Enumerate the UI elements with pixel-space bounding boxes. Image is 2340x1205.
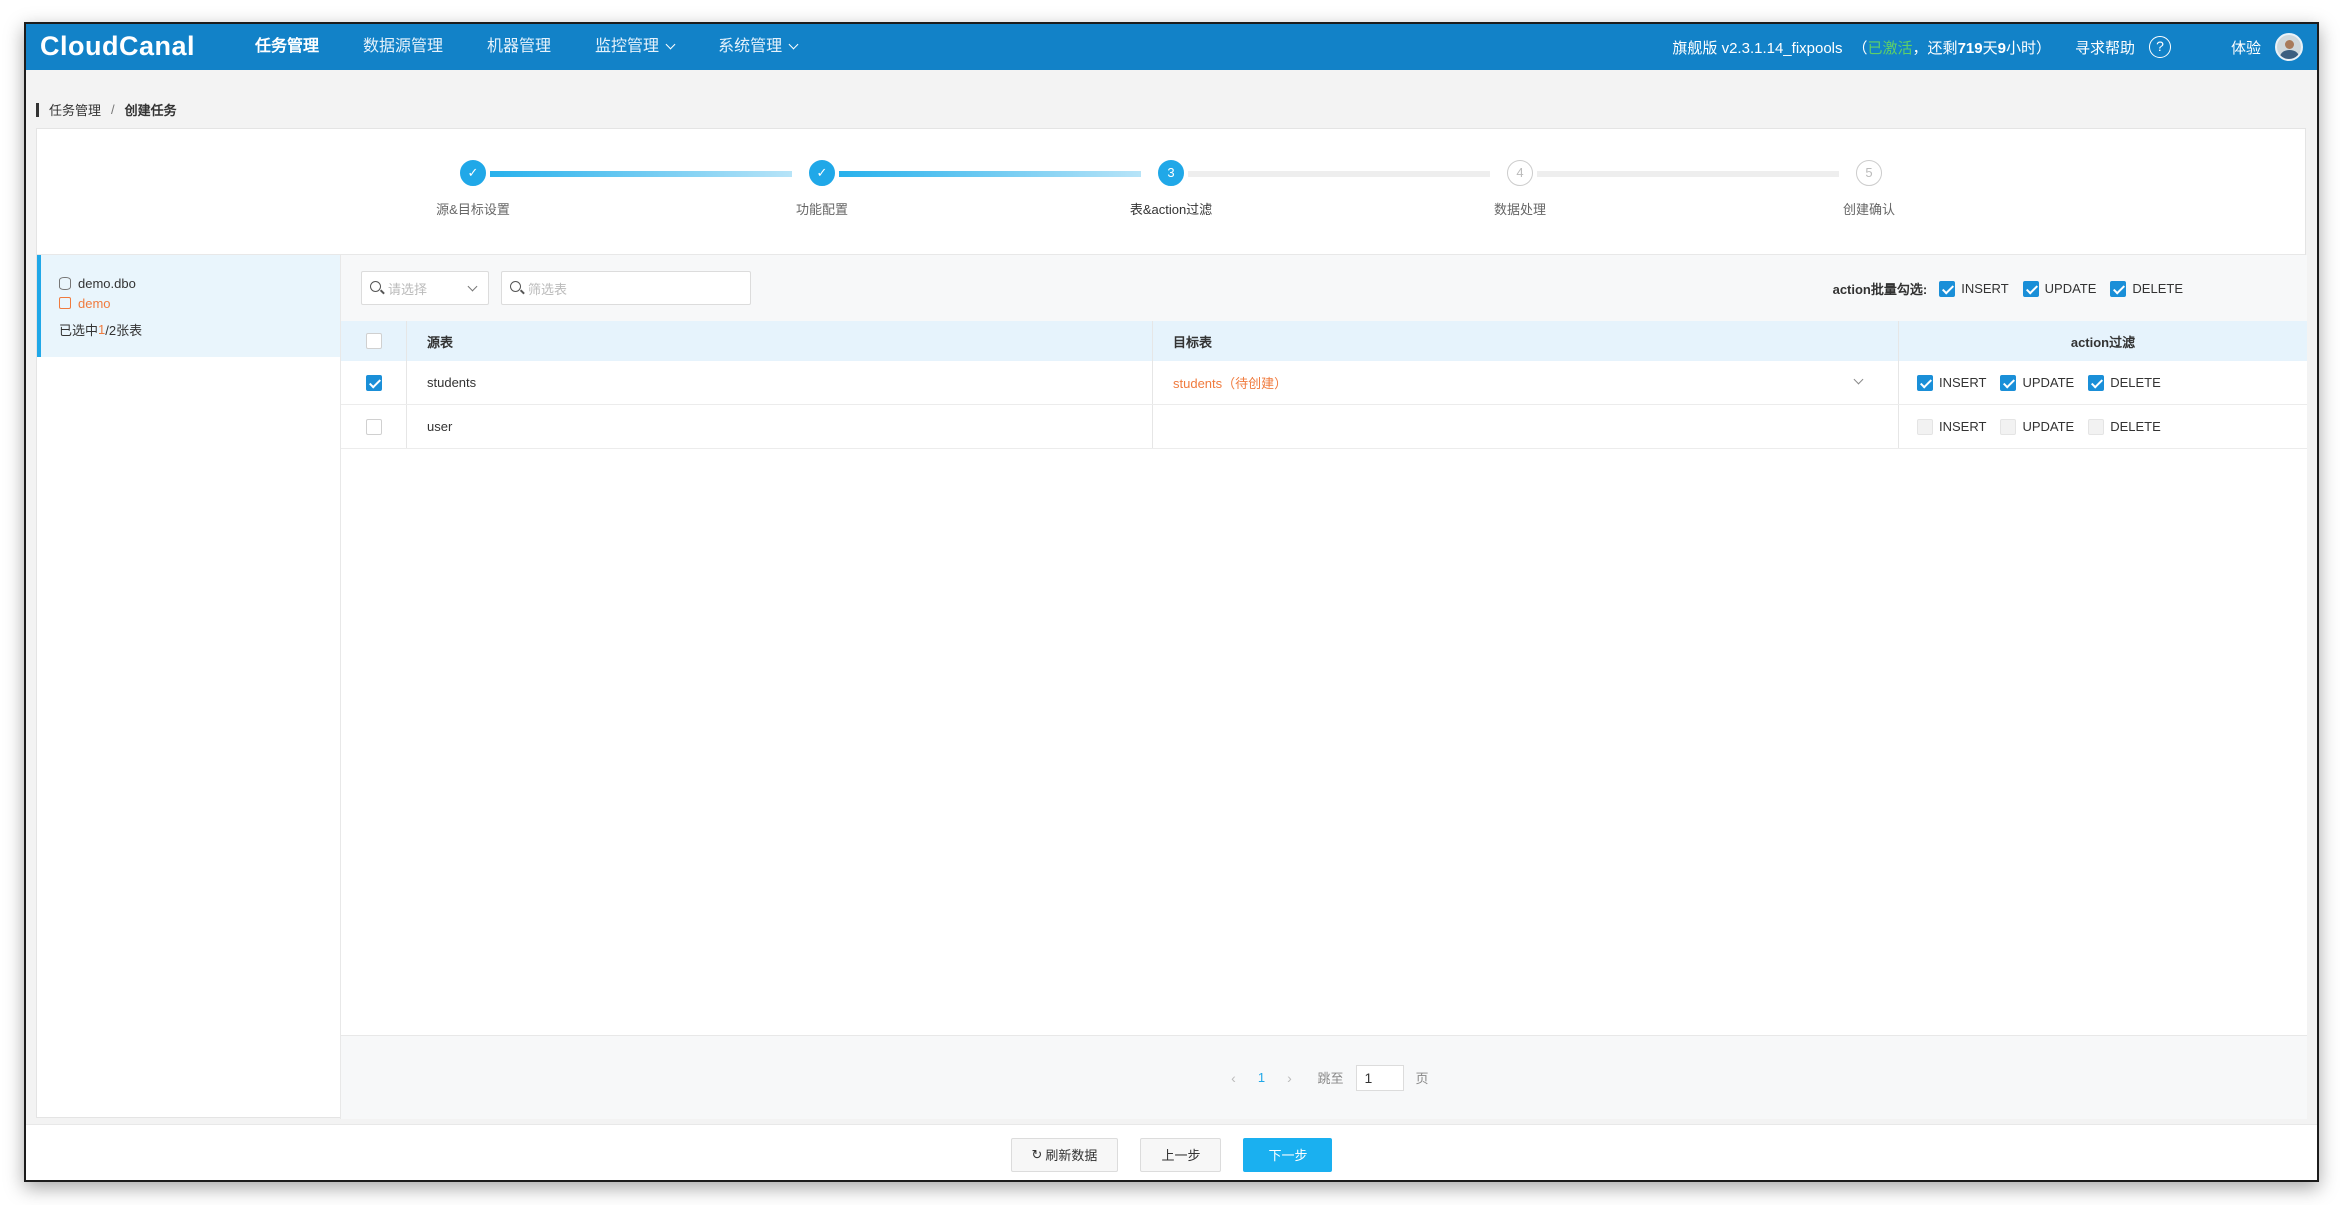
schema-name: demo — [78, 295, 111, 311]
nav-monitor-management[interactable]: 监控管理 — [573, 24, 696, 70]
step-2-label: 功能配置 — [795, 202, 849, 217]
header-action-filter: action过滤 — [2070, 334, 2136, 350]
prev-step-button[interactable]: 上一步 — [1140, 1137, 1222, 1172]
version-text: 旗舰版 v2.3.1.14_fixpools — [1672, 39, 1843, 57]
avatar[interactable] — [2275, 33, 2303, 61]
search-icon — [510, 281, 521, 292]
page-number[interactable]: 1 — [1247, 1070, 1275, 1085]
source-table-name: user — [407, 405, 1153, 448]
database-icon — [59, 276, 71, 290]
update-checkbox[interactable]: UPDATE — [2000, 374, 2074, 391]
create-task-card: ✓ ✓ 3 4 5 源&目标设置 功能配置 表&action过滤 数据处理 创建… — [36, 128, 2307, 1119]
step-1-check-icon: ✓ — [460, 160, 486, 186]
insert-checkbox[interactable]: INSERT — [1917, 374, 1986, 391]
help-link[interactable]: 寻求帮助 — [2075, 37, 2135, 58]
breadcrumb-task-management[interactable]: 任务管理 — [49, 100, 101, 119]
table-filter-input[interactable]: 筛选表 — [501, 271, 751, 305]
batch-action-select: action批量勾选: INSERT UPDATE DELETE — [1832, 280, 2183, 297]
header-source-table: 源表 — [407, 321, 1153, 361]
step-5-label: 创建确认 — [1842, 202, 1896, 217]
selected-count: 已选中 1 /2张表 — [59, 321, 143, 338]
table-header: 源表 目标表 action过滤 — [341, 321, 2307, 361]
step-1-label: 源&目标设置 — [436, 202, 510, 217]
jump-page-input[interactable]: 1 — [1355, 1064, 1404, 1091]
search-icon — [370, 281, 381, 292]
row-checkbox[interactable] — [365, 374, 382, 391]
breadcrumb-create-task: 创建任务 — [124, 103, 177, 118]
top-navbar: CloudCanal 任务管理 数据源管理 机器管理 监控管理 系统管理 旗舰版… — [26, 24, 2317, 70]
main-nav: 任务管理 数据源管理 机器管理 监控管理 系统管理 — [233, 24, 819, 70]
table-row: students students（待创建） INSERT UPDATE DEL… — [341, 361, 2307, 405]
table-mapping-table: 源表 目标表 action过滤 students students（待创建） I… — [341, 321, 2307, 449]
next-page-icon[interactable]: › — [1275, 1070, 1303, 1086]
license-status: （已激活，还剩719天9小时） — [1852, 39, 2051, 57]
database-list: demo.dbo demo 已选中 1 /2张表 — [37, 255, 341, 1119]
pagination: ‹ 1 › 跳至 1 页 — [341, 1035, 2307, 1119]
chevron-down-icon — [665, 39, 676, 50]
next-step-button[interactable]: 下一步 — [1243, 1137, 1333, 1172]
schema-icon — [59, 297, 71, 309]
step-3-label: 表&action过滤 — [1129, 202, 1213, 217]
step-4-label: 数据处理 — [1493, 202, 1547, 217]
step-progress: ✓ ✓ 3 4 5 源&目标设置 功能配置 表&action过滤 数据处理 创建… — [37, 129, 2305, 255]
cloudcanal-logo[interactable]: CloudCanal — [40, 31, 195, 62]
nav-system-management[interactable]: 系统管理 — [696, 24, 819, 70]
app-window: CloudCanal 任务管理 数据源管理 机器管理 监控管理 系统管理 旗舰版… — [24, 22, 2319, 1182]
chevron-down-icon — [788, 39, 799, 50]
delete-checkbox[interactable]: DELETE — [2088, 374, 2161, 391]
table-type-select[interactable]: 请选择 — [361, 271, 489, 305]
target-table-select[interactable]: students（待创建） — [1153, 361, 1899, 404]
chevron-down-icon — [1853, 374, 1864, 385]
step-4-indicator: 4 — [1507, 160, 1533, 186]
step-3-indicator: 3 — [1158, 160, 1184, 186]
refresh-icon: ↻ — [1031, 1146, 1043, 1162]
database-item-demo[interactable]: demo.dbo demo 已选中 1 /2张表 — [37, 255, 340, 357]
chevron-down-icon — [467, 281, 478, 292]
filter-toolbar: 请选择 筛选表 action批量勾选: INSERT UPDATE DELETE — [341, 255, 2307, 321]
nav-task-management[interactable]: 任务管理 — [233, 24, 341, 70]
source-table-name: students — [407, 361, 1153, 404]
batch-delete-checkbox[interactable]: DELETE — [2110, 280, 2183, 297]
step-5-indicator: 5 — [1856, 160, 1882, 186]
nav-machine-management[interactable]: 机器管理 — [465, 24, 573, 70]
jump-label: 跳至 — [1317, 1071, 1344, 1086]
delete-checkbox: DELETE — [2088, 418, 2161, 435]
row-checkbox[interactable] — [365, 418, 382, 435]
batch-insert-checkbox[interactable]: INSERT — [1939, 280, 2009, 297]
step-2-check-icon: ✓ — [809, 160, 835, 186]
prev-page-icon[interactable]: ‹ — [1219, 1070, 1247, 1086]
target-table-cell — [1153, 405, 1899, 448]
breadcrumb: 任务管理 / 创建任务 — [36, 100, 177, 119]
batch-update-checkbox[interactable]: UPDATE — [2022, 280, 2096, 297]
select-all-checkbox[interactable] — [365, 333, 382, 349]
question-icon[interactable]: ? — [2148, 36, 2171, 58]
table-filter-panel: 请选择 筛选表 action批量勾选: INSERT UPDATE DELETE — [341, 255, 2307, 1119]
user-name[interactable]: 体验 — [2231, 37, 2261, 58]
insert-checkbox: INSERT — [1917, 418, 1986, 435]
table-row: user INSERT UPDATE DELETE — [341, 405, 2307, 449]
refresh-data-button[interactable]: ↻ 刷新数据 — [1010, 1137, 1119, 1172]
update-checkbox: UPDATE — [2000, 418, 2074, 435]
header-right: 旗舰版 v2.3.1.14_fixpools （已激活，还剩719天9小时） 寻… — [1672, 24, 2303, 70]
page-unit-label: 页 — [1415, 1071, 1429, 1086]
database-name: demo.dbo — [78, 275, 136, 291]
header-target-table: 目标表 — [1153, 321, 1899, 361]
nav-datasource-management[interactable]: 数据源管理 — [341, 24, 465, 70]
row-action-filter: INSERT UPDATE DELETE — [1899, 405, 2307, 448]
footer-actions: ↻ 刷新数据 上一步 下一步 — [26, 1124, 2317, 1180]
row-action-filter: INSERT UPDATE DELETE — [1899, 361, 2307, 404]
